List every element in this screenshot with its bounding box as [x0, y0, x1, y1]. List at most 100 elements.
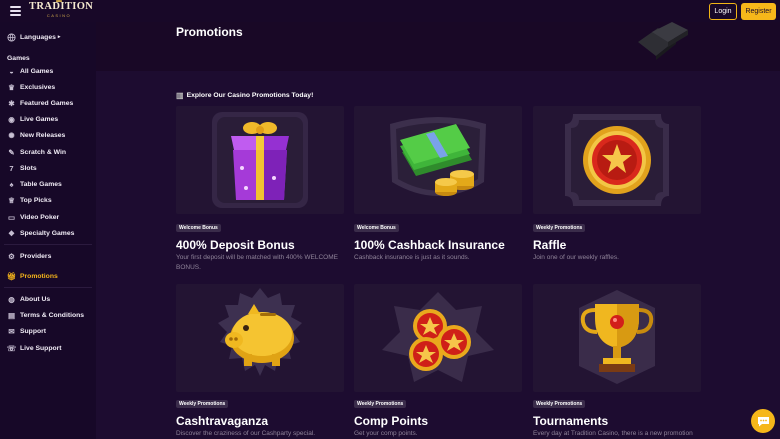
crown-icon: ♛	[8, 82, 15, 92]
sidebar-divider	[4, 244, 92, 245]
monitor-icon: ▭	[7, 212, 16, 222]
sidebar-item-label: Support	[20, 327, 47, 335]
chat-icon: ☏	[6, 343, 17, 353]
raffle-ticket-icon	[565, 114, 669, 206]
sidebar-item-promotions[interactable]: 🎁︎ Promotions	[7, 270, 58, 282]
promo-card-image[interactable]	[533, 284, 701, 392]
new-icon: ✺	[8, 130, 15, 140]
sidebar-item-label: Specialty Games	[20, 229, 75, 237]
sidebar-item-table-games[interactable]: ♠ Table Games	[7, 178, 62, 190]
promo-title[interactable]: 400% Deposit Bonus	[176, 238, 295, 252]
chat-bubble-icon	[757, 416, 769, 426]
promo-description: Discover the craziness of our Cashparty …	[176, 430, 316, 437]
sidebar-item-terms[interactable]: ▤ Terms & Conditions	[7, 309, 84, 321]
languages-label: Languages	[20, 33, 56, 41]
providers-icon: ⚙	[8, 251, 15, 261]
category-badge: Welcome Bonus	[354, 224, 399, 232]
games-heading: Games	[7, 55, 30, 62]
sidebar-item-live-support[interactable]: ☏ Live Support	[7, 342, 62, 354]
sidebar-item-label: Slots	[20, 164, 37, 172]
sidebar-item-label: Top Picks	[20, 196, 52, 204]
promo-card-image[interactable]	[176, 284, 344, 392]
controller-icon: ◒	[9, 66, 14, 76]
category-badge: Weekly Promotions	[176, 400, 229, 408]
live-chat-button[interactable]	[751, 409, 775, 433]
promo-card-image[interactable]	[533, 106, 701, 214]
sidebar-item-exclusives[interactable]: ♛ Exclusives	[7, 81, 55, 93]
sidebar-item-label: Live Games	[20, 115, 59, 123]
sidebar-item-label: Live Support	[20, 344, 62, 352]
top-bar: TRADITION CASINO Login Register	[0, 0, 780, 22]
crown-icon	[56, 0, 62, 2]
gift-icon: 🎁︎	[6, 271, 17, 281]
scratch-icon: ✎	[8, 147, 15, 157]
promo-card-image[interactable]	[354, 284, 522, 392]
promo-card-image[interactable]	[176, 106, 344, 214]
sidebar-divider	[4, 287, 92, 288]
globe-icon: ◍	[8, 294, 15, 304]
promo-description: Cashback insurance is just as it sounds.	[354, 254, 470, 261]
sidebar-item-support[interactable]: ✉ Support	[7, 325, 46, 337]
sidebar-item-label: Providers	[20, 252, 52, 260]
menu-icon[interactable]	[10, 6, 21, 16]
sidebar-item-providers[interactable]: ⚙ Providers	[7, 250, 51, 262]
sidebar-item-new-releases[interactable]: ✺ New Releases	[7, 129, 65, 141]
sidebar-item-slots[interactable]: 7 Slots	[7, 162, 37, 174]
cards-icon: ♠	[9, 179, 14, 189]
logo-subtext: CASINO	[46, 13, 72, 18]
sidebar-item-label: About Us	[20, 295, 51, 303]
featured-icon: ✱	[8, 98, 15, 108]
bars-graphic-icon	[638, 22, 688, 60]
sidebar-item-featured-games[interactable]: ✱ Featured Games	[7, 97, 73, 109]
envelope-icon: ✉	[8, 326, 15, 336]
sidebar-item-about-us[interactable]: ◍ About Us	[7, 293, 50, 305]
star-coins-icon	[382, 292, 494, 382]
promo-title[interactable]: Comp Points	[354, 414, 428, 428]
sidebar-item-label: Exclusives	[20, 83, 56, 91]
sidebar-item-label: Scratch & Win	[20, 148, 67, 156]
login-button[interactable]: Login	[709, 3, 737, 20]
sidebar-item-label: Terms & Conditions	[20, 311, 85, 319]
sidebar-item-label: Promotions	[20, 272, 58, 280]
sidebar-item-video-poker[interactable]: ▭ Video Poker	[7, 211, 59, 223]
promo-title[interactable]: Tournaments	[533, 414, 608, 428]
gift-box-icon	[212, 112, 308, 208]
piggy-bank-icon	[218, 288, 302, 376]
trophy-icon: ♕	[8, 195, 15, 205]
sidebar-item-top-picks[interactable]: ♕ Top Picks	[7, 194, 52, 206]
promo-description: Join one of our weekly raffles.	[533, 254, 619, 261]
gift-icon: ▥	[176, 91, 184, 100]
promo-title[interactable]: Raffle	[533, 238, 566, 252]
explore-heading: ▥ Explore Our Casino Promotions Today!	[176, 91, 313, 100]
sidebar-item-label: Table Games	[20, 180, 62, 188]
promo-title[interactable]: 100% Cashback Insurance	[354, 238, 505, 252]
category-badge: Weekly Promotions	[533, 224, 586, 232]
sidebar-item-label: Video Poker	[20, 213, 60, 221]
logo[interactable]: TRADITION CASINO	[29, 0, 94, 19]
register-button[interactable]: Register	[741, 3, 776, 20]
globe-icon	[7, 32, 16, 42]
category-badge: Weekly Promotions	[533, 400, 586, 408]
explore-text: Explore Our Casino Promotions Today!	[186, 92, 314, 99]
cash-stack-icon	[390, 117, 486, 196]
languages-selector[interactable]: Languages ▸	[7, 31, 60, 43]
slot-seven-icon: 7	[9, 163, 14, 173]
category-badge: Weekly Promotions	[354, 400, 407, 408]
document-icon: ▤	[7, 310, 16, 320]
promo-description: Your first deposit will be matched with …	[176, 254, 338, 271]
sidebar-item-all-games[interactable]: ◒ All Games	[7, 65, 53, 77]
live-icon: ◉	[8, 114, 15, 124]
sidebar-item-label: Featured Games	[20, 99, 74, 107]
specialty-icon: ❖	[8, 228, 15, 238]
promo-card-image[interactable]	[354, 106, 522, 214]
sidebar-item-live-games[interactable]: ◉ Live Games	[7, 113, 58, 125]
promo-title[interactable]: Cashtravaganza	[176, 414, 268, 428]
promo-description: Every day at Tradition Casino, there is …	[533, 430, 693, 437]
chevron-right-icon: ▸	[57, 34, 61, 40]
trophy-cup-icon	[579, 290, 655, 384]
logo-text: TRADITION	[29, 1, 94, 12]
page-title: Promotions	[176, 25, 243, 39]
sidebar-item-scratch-win[interactable]: ✎ Scratch & Win	[7, 146, 66, 158]
sidebar-item-specialty-games[interactable]: ❖ Specialty Games	[7, 227, 74, 239]
sidebar-item-label: New Releases	[20, 131, 66, 139]
